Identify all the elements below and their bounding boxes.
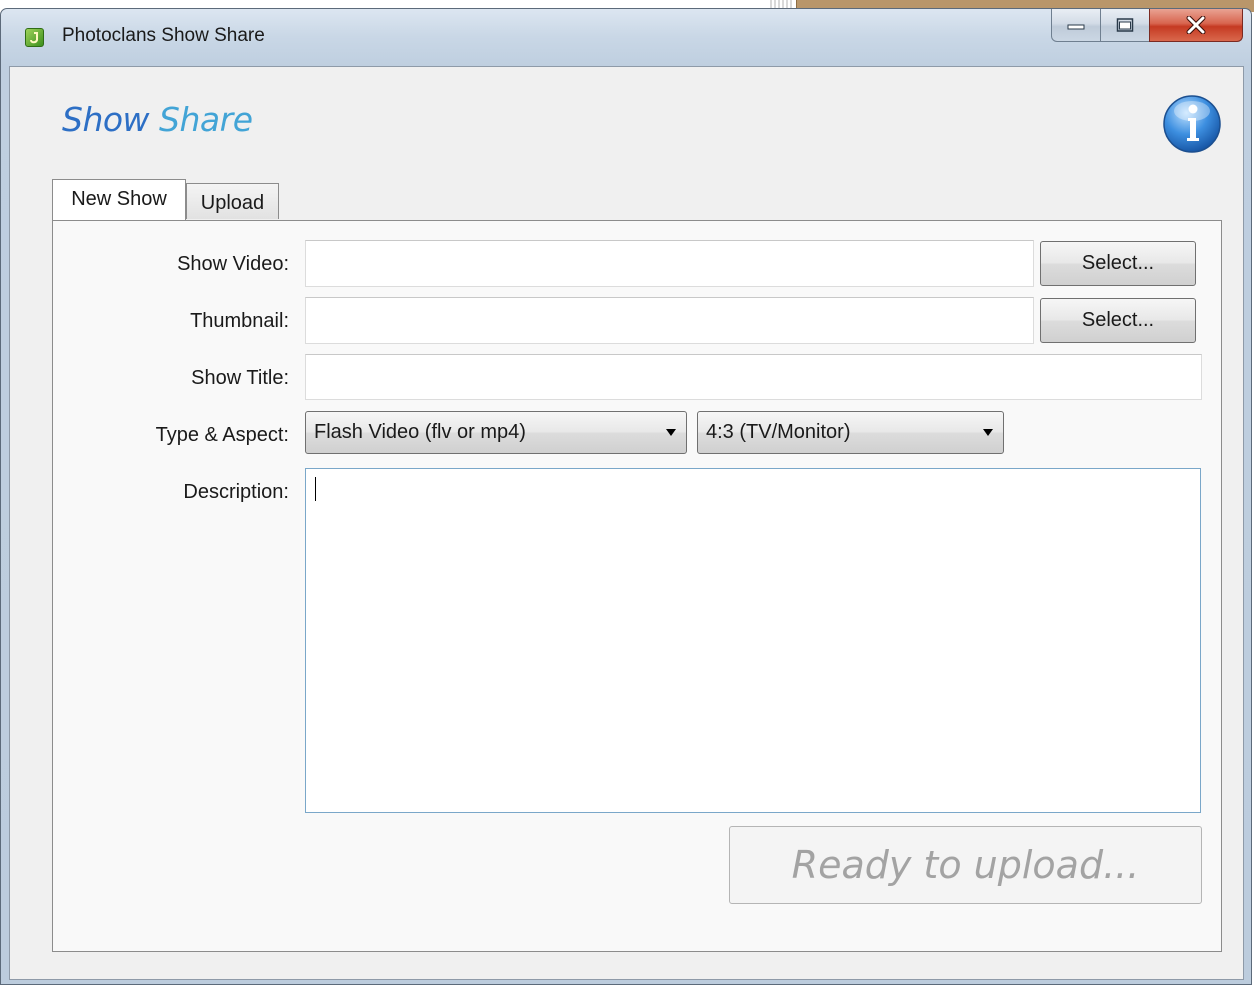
chevron-down-icon	[983, 429, 993, 436]
show-video-select-button[interactable]: Select...	[1040, 241, 1196, 286]
minimize-icon	[1067, 24, 1085, 30]
video-type-selected: Flash Video (flv or mp4)	[314, 421, 526, 443]
aspect-ratio-selected: 4:3 (TV/Monitor)	[706, 421, 851, 443]
info-icon[interactable]	[1162, 94, 1222, 154]
window-content: Show Share New Show Upload Show Video: S…	[9, 66, 1244, 980]
caption-buttons	[1051, 9, 1243, 42]
description-textarea[interactable]	[305, 468, 1201, 813]
title-bar[interactable]: Photoclans Show Share	[1, 9, 1251, 65]
tab-new-show[interactable]: New Show	[52, 179, 186, 220]
page-title: Show Share	[62, 100, 253, 139]
photoclans-app-icon[interactable]	[25, 28, 44, 47]
video-type-dropdown[interactable]: Flash Video (flv or mp4)	[305, 411, 687, 454]
chevron-down-icon	[666, 429, 676, 436]
show-title-input[interactable]	[305, 354, 1202, 400]
page-title-word2: Share	[159, 100, 253, 139]
maximize-button[interactable]	[1100, 9, 1150, 42]
minimize-button[interactable]	[1051, 9, 1101, 42]
show-video-label: Show Video:	[177, 253, 289, 275]
show-video-input[interactable]	[305, 240, 1034, 287]
show-title-label: Show Title:	[191, 367, 289, 389]
thumbnail-input[interactable]	[305, 297, 1034, 344]
new-show-panel: Show Video: Select... Thumbnail: Select.…	[52, 220, 1222, 952]
window-title: Photoclans Show Share	[62, 25, 265, 46]
app-window: Photoclans Show Share Show Share New Sho…	[0, 8, 1252, 985]
close-icon	[1186, 16, 1206, 34]
type-aspect-label: Type & Aspect:	[155, 424, 289, 446]
thumbnail-label: Thumbnail:	[190, 310, 289, 332]
maximize-icon	[1116, 18, 1134, 32]
page-title-word1: Show	[62, 100, 150, 139]
ready-to-upload-button[interactable]: Ready to upload...	[729, 826, 1202, 904]
close-button[interactable]	[1149, 9, 1243, 42]
aspect-ratio-dropdown[interactable]: 4:3 (TV/Monitor)	[697, 411, 1004, 454]
tab-upload[interactable]: Upload	[186, 183, 279, 219]
thumbnail-select-button[interactable]: Select...	[1040, 298, 1196, 343]
description-label: Description:	[183, 481, 289, 503]
text-caret	[315, 477, 316, 501]
